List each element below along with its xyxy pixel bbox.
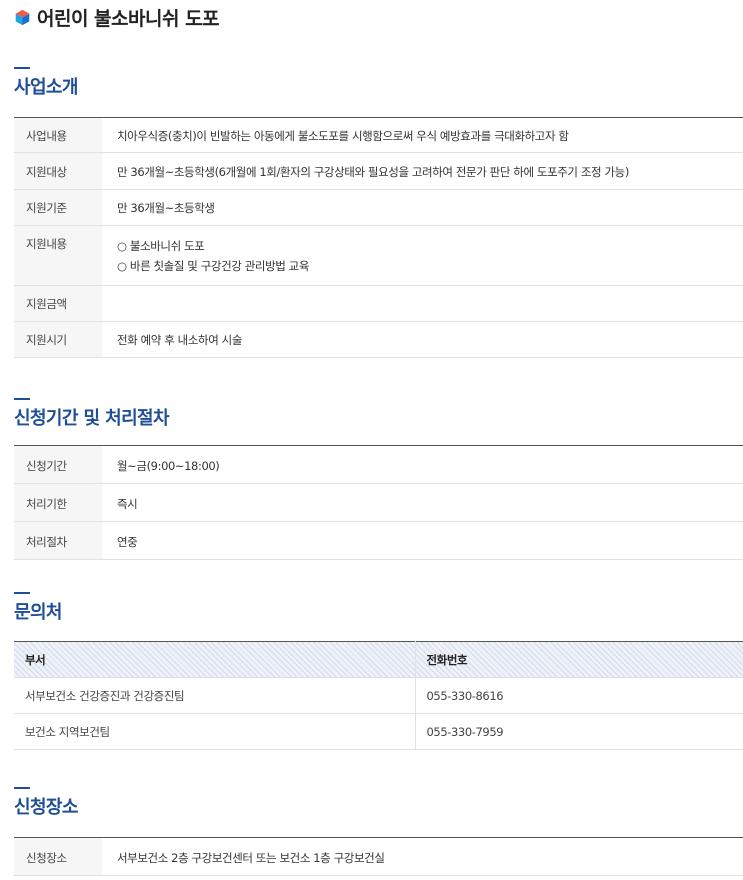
- row-value: 서부보건소 2층 구강보건센터 또는 보건소 1층 구강보건실: [102, 837, 743, 876]
- table-row: 보건소 지역보건팀 055-330-7959: [14, 713, 743, 750]
- row-label: 지원대상: [14, 152, 102, 190]
- contact-table: 부서 전화번호 서부보건소 건강증진과 건강증진팀 055-330-8616 보…: [14, 641, 743, 750]
- table-row: 지원내용 ○ 불소바니쉬 도포 ○ 바른 칫솔질 및 구강건강 관리방법 교육: [14, 225, 743, 286]
- phone-cell: 055-330-8616: [415, 677, 743, 714]
- table-header-row: 부서 전화번호: [14, 641, 743, 678]
- row-value: 월~금(9:00~18:00): [102, 445, 743, 484]
- dept-cell: 보건소 지역보건팀: [14, 713, 416, 750]
- heading-accent-bar: [14, 398, 30, 400]
- row-label: 신청장소: [14, 837, 102, 876]
- column-header-dept: 부서: [14, 641, 416, 678]
- row-value: 전화 예약 후 내소하여 시술: [102, 321, 743, 358]
- row-label: 처리절차: [14, 521, 102, 560]
- application-period-table: 신청기간 월~금(9:00~18:00) 처리기한 즉시 처리절차 연중: [14, 445, 743, 560]
- heading-accent-bar: [14, 67, 30, 69]
- section-heading-label: 문의처: [14, 602, 62, 623]
- table-row: 지원시기 전화 예약 후 내소하여 시술: [14, 321, 743, 358]
- page-title: 어린이 불소바니쉬 도포: [14, 4, 220, 30]
- column-header-phone: 전화번호: [415, 641, 743, 678]
- row-value: 연중: [102, 521, 743, 560]
- row-value: 만 36개월~초등학생(6개월에 1회/환자의 구강상태와 필요성을 고려하여 …: [102, 152, 743, 190]
- row-value: 즉시: [102, 483, 743, 522]
- business-intro-table: 사업내용 치아우식증(충치)이 빈발하는 아동에게 불소도포를 시행함으로써 우…: [14, 117, 743, 358]
- table-row: 지원기준 만 36개월~초등학생: [14, 189, 743, 226]
- support-item: ○ 바른 칫솔질 및 구강건강 관리방법 교육: [117, 259, 310, 273]
- row-value: ○ 불소바니쉬 도포 ○ 바른 칫솔질 및 구강건강 관리방법 교육: [102, 225, 743, 286]
- table-row: 사업내용 치아우식증(충치)이 빈발하는 아동에게 불소도포를 시행함으로써 우…: [14, 117, 743, 153]
- application-place-table: 신청장소 서부보건소 2층 구강보건센터 또는 보건소 1층 구강보건실: [14, 837, 743, 876]
- section-heading-label: 사업소개: [14, 77, 78, 98]
- page-title-text: 어린이 불소바니쉬 도포: [37, 7, 220, 30]
- row-value: 만 36개월~초등학생: [102, 189, 743, 226]
- table-row: 처리절차 연중: [14, 521, 743, 560]
- row-label: 지원금액: [14, 285, 102, 322]
- cube-logo-icon: [15, 9, 30, 25]
- table-row: 신청장소 서부보건소 2층 구강보건센터 또는 보건소 1층 구강보건실: [14, 837, 743, 876]
- row-label: 처리기한: [14, 483, 102, 522]
- row-value: 치아우식증(충치)이 빈발하는 아동에게 불소도포를 시행함으로써 우식 예방효…: [102, 117, 743, 153]
- section-heading-label: 신청장소: [14, 797, 78, 818]
- heading-accent-bar: [14, 592, 30, 594]
- section-heading-label: 신청기간 및 처리절차: [14, 408, 170, 429]
- table-row: 서부보건소 건강증진과 건강증진팀 055-330-8616: [14, 677, 743, 714]
- row-label: 지원시기: [14, 321, 102, 358]
- phone-cell: 055-330-7959: [415, 713, 743, 750]
- dept-cell: 서부보건소 건강증진과 건강증진팀: [14, 677, 416, 714]
- row-label: 신청기간: [14, 445, 102, 484]
- row-label: 지원내용: [14, 225, 102, 286]
- row-label: 지원기준: [14, 189, 102, 226]
- support-item: ○ 불소바니쉬 도포: [117, 239, 205, 253]
- row-value: [102, 285, 743, 322]
- table-row: 지원금액: [14, 285, 743, 322]
- heading-accent-bar: [14, 787, 30, 789]
- table-row: 처리기한 즉시: [14, 483, 743, 522]
- row-label: 사업내용: [14, 117, 102, 153]
- table-row: 지원대상 만 36개월~초등학생(6개월에 1회/환자의 구강상태와 필요성을 …: [14, 152, 743, 190]
- table-row: 신청기간 월~금(9:00~18:00): [14, 445, 743, 484]
